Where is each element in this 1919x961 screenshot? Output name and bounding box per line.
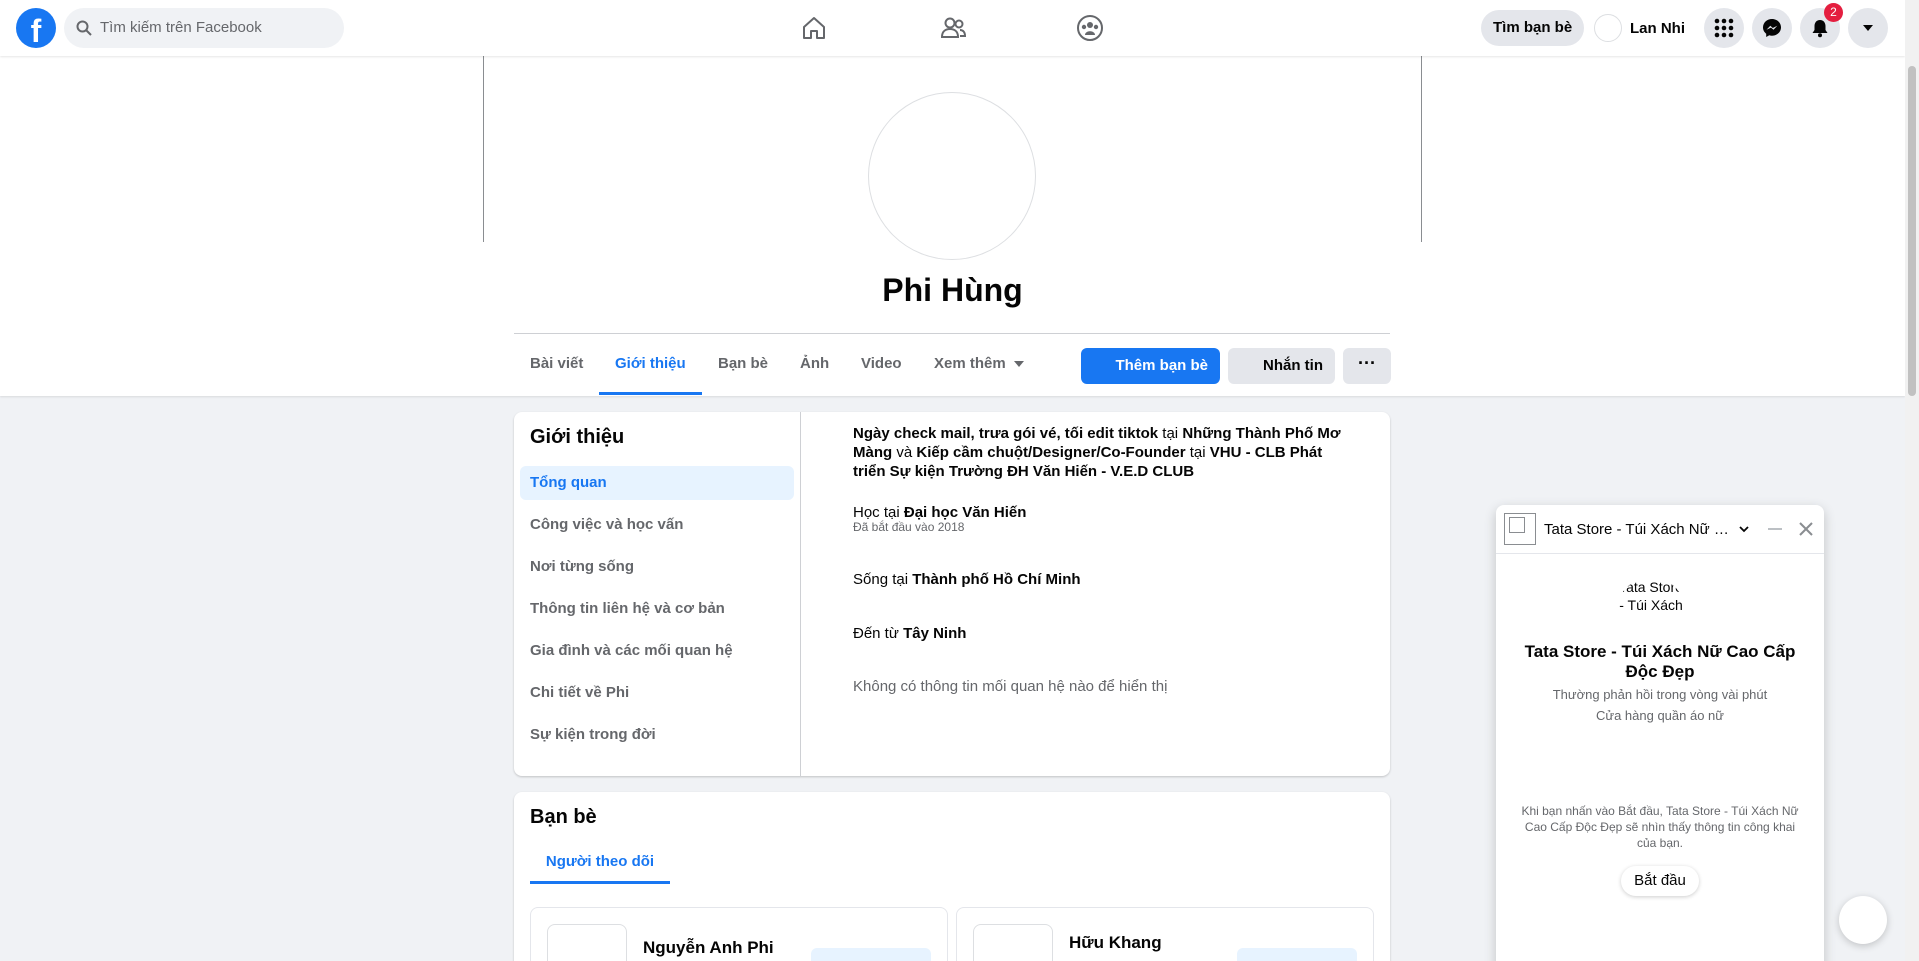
- tab-label: Giới thiệu: [615, 355, 686, 372]
- about-menu-work-education[interactable]: Công việc và học vấn: [520, 508, 794, 542]
- search-input[interactable]: Tìm kiếm trên Facebook: [64, 8, 344, 48]
- work-and: và: [896, 444, 913, 461]
- cover-photo-border: [483, 56, 484, 242]
- cover-photo-border: [1421, 56, 1422, 242]
- tab-friends[interactable]: Bạn bè: [718, 334, 768, 395]
- tab-posts[interactable]: Bài viết: [530, 334, 583, 395]
- facebook-logo[interactable]: f: [16, 8, 56, 48]
- from-prefix: Đến từ: [853, 625, 899, 642]
- page-name: Tata Store - Túi Xách Nữ Cao Cấp Độc Đẹp: [1524, 642, 1796, 681]
- work-info: Ngày check mail, trưa gói vé, tối edit t…: [853, 424, 1353, 481]
- search-placeholder: Tìm kiếm trên Facebook: [100, 19, 262, 36]
- account-caret-icon: [1863, 25, 1873, 31]
- tab-photos[interactable]: Ảnh: [800, 334, 829, 395]
- relationship-empty: Không có thông tin mối quan hệ nào để hi…: [853, 678, 1168, 695]
- about-menu-overview[interactable]: Tổng quan: [520, 466, 794, 500]
- close-icon[interactable]: [1796, 519, 1816, 539]
- caret-down-icon: [1013, 361, 1024, 368]
- friend-name[interactable]: Nguyễn Anh Phi: [643, 938, 774, 958]
- friend-item[interactable]: Nguyễn Anh Phi: [530, 907, 948, 961]
- chevron-down-icon[interactable]: [1735, 520, 1753, 538]
- start-button[interactable]: Bắt đầu: [1621, 866, 1699, 896]
- lives-prefix: Sống tại: [853, 571, 909, 588]
- work-role: Kiếp cầm chuột/Designer/Co-Founder: [916, 444, 1186, 461]
- about-title: Giới thiệu: [530, 426, 625, 448]
- tab-more[interactable]: Xem thêm: [934, 334, 1024, 395]
- profile-picture[interactable]: [868, 92, 1036, 260]
- messenger-icon: [1763, 19, 1781, 37]
- chat-avatar[interactable]: [1504, 513, 1536, 545]
- scrollbar[interactable]: [1905, 0, 1919, 961]
- menu-grid-icon: [1714, 18, 1734, 38]
- tab-videos[interactable]: Video: [861, 334, 902, 395]
- hometown-info: Đến từ Tây Ninh: [853, 624, 1353, 643]
- about-sidebar: Giới thiệu Tổng quan Công việc và học vấ…: [514, 412, 801, 776]
- find-friends-button[interactable]: Tìm bạn bè: [1481, 10, 1585, 46]
- notifications-button[interactable]: 2: [1800, 3, 1843, 48]
- current-city-info: Sống tại Thành phố Hồ Chí Minh: [853, 570, 1353, 589]
- education-prefix: Học tại: [853, 504, 900, 521]
- about-menu-details[interactable]: Chi tiết về Phi: [520, 676, 794, 710]
- scrollbar-thumb[interactable]: [1908, 66, 1916, 396]
- tab-about[interactable]: Giới thiệu: [599, 334, 702, 395]
- user-name: Lan Nhi: [1630, 19, 1685, 37]
- school-link[interactable]: Đại học Văn Hiến: [904, 504, 1027, 521]
- page-category: Cửa hàng quần áo nữ: [1595, 708, 1724, 723]
- friend-action-button[interactable]: [811, 948, 931, 961]
- user-profile-chip[interactable]: Lan Nhi: [1594, 12, 1685, 44]
- friend-action-button[interactable]: [1237, 948, 1357, 961]
- chat-title[interactable]: Tata Store - Túi Xách Nữ Cao Cấp Độc Đẹp: [1544, 521, 1734, 538]
- home-icon[interactable]: [794, 8, 834, 48]
- about-menu-family[interactable]: Gia đình và các mối quan hệ: [520, 634, 794, 668]
- about-menu-places[interactable]: Nơi từng sống: [520, 550, 794, 584]
- page-avatar[interactable]: Tata Store - Túi Xách: [1619, 578, 1683, 632]
- education-since: Đã bắt đầu vào 2018: [853, 520, 965, 534]
- friends-icon[interactable]: [933, 8, 973, 48]
- tab-followers[interactable]: Người theo dõi: [530, 844, 670, 884]
- bell-icon: [1812, 20, 1828, 38]
- friends-title: Bạn bè: [530, 806, 597, 828]
- search-icon: [76, 20, 92, 36]
- messenger-button[interactable]: [1752, 8, 1792, 48]
- tab-label: Xem thêm: [934, 355, 1006, 372]
- about-card: Giới thiệu Tổng quan Công việc và học vấ…: [514, 412, 1390, 776]
- work-at: tại: [1189, 444, 1206, 461]
- friend-photo[interactable]: [547, 924, 627, 961]
- minimize-icon[interactable]: [1765, 519, 1785, 539]
- profile-header: Phi Hùng Bài viết Giới thiệu Bạn bè Ảnh …: [0, 56, 1905, 396]
- privacy-notice: Khi bạn nhấn vào Bắt đầu, Tata Store - T…: [1521, 804, 1799, 850]
- more-options-button[interactable]: ···: [1343, 348, 1391, 384]
- menu-grid-button[interactable]: [1704, 8, 1744, 48]
- work-role: Ngày check mail, trưa gói vé, tối edit t…: [853, 425, 1159, 442]
- friend-item[interactable]: Hữu Khang: [956, 907, 1374, 961]
- notification-badge: 2: [1824, 3, 1843, 22]
- account-menu-button[interactable]: [1848, 8, 1888, 48]
- groups-icon[interactable]: [1070, 8, 1110, 48]
- friend-photo[interactable]: [973, 924, 1053, 961]
- current-city-link[interactable]: Thành phố Hồ Chí Minh: [912, 571, 1080, 588]
- avatar: [1594, 14, 1622, 42]
- about-menu-life-events[interactable]: Sự kiện trong đời: [520, 718, 794, 752]
- chat-window: Tata Store - Túi Xách Nữ Cao Cấp Độc Đẹp…: [1496, 505, 1824, 961]
- friends-card: Bạn bè Người theo dõi Nguyễn Anh Phi Hữu…: [514, 792, 1390, 961]
- new-message-button[interactable]: [1839, 896, 1887, 944]
- hometown-link[interactable]: Tây Ninh: [903, 625, 966, 642]
- friend-name[interactable]: Hữu Khang: [1069, 933, 1162, 953]
- response-time: Thường phản hồi trong vòng vài phút: [1552, 687, 1768, 702]
- add-friend-button[interactable]: Thêm bạn bè: [1081, 348, 1220, 384]
- top-navigation-bar: f Tìm kiếm trên Facebook Tìm bạn bè Lan …: [0, 0, 1905, 56]
- work-at: tại: [1162, 425, 1179, 442]
- about-menu-contact[interactable]: Thông tin liên hệ và cơ bản: [520, 592, 794, 626]
- message-button[interactable]: Nhắn tin: [1228, 348, 1335, 384]
- profile-name: Phi Hùng: [882, 272, 1023, 308]
- chat-header[interactable]: Tata Store - Túi Xách Nữ Cao Cấp Độc Đẹp: [1496, 505, 1824, 554]
